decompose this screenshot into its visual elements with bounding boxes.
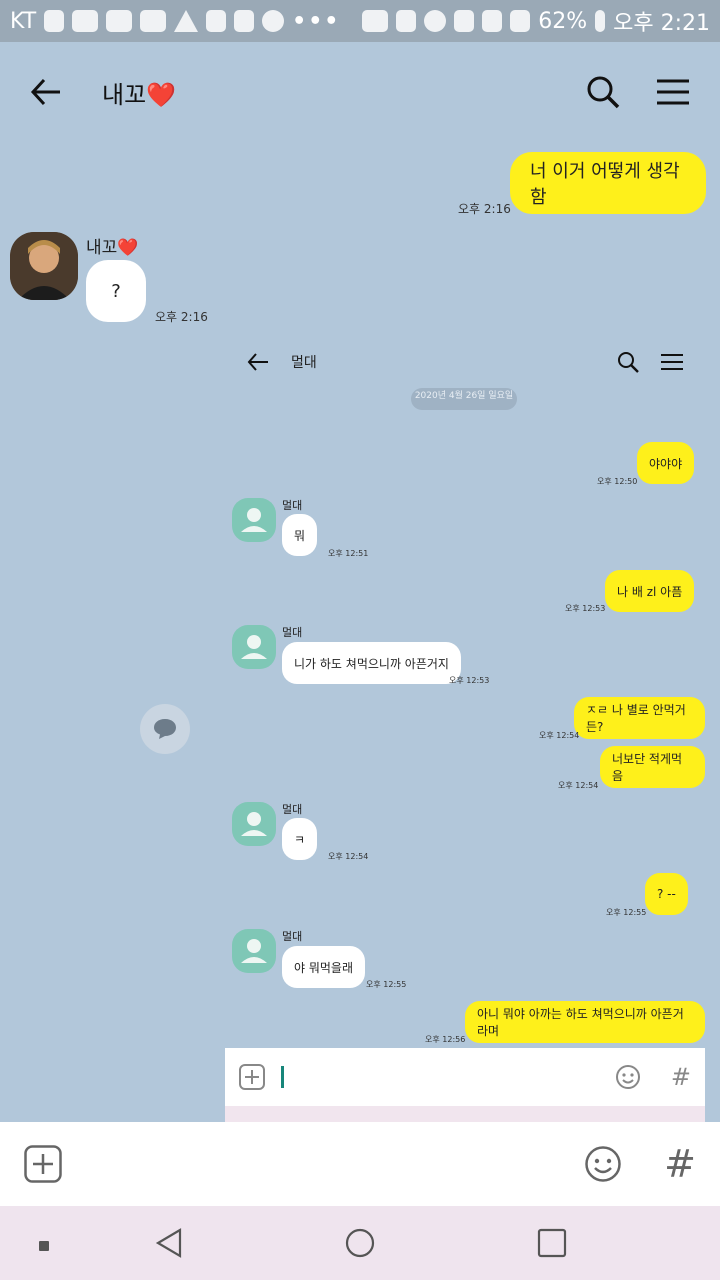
message-time: 오후 12:54 — [539, 731, 580, 740]
avatar — [232, 929, 276, 973]
message-input-bar[interactable]: # — [0, 1122, 720, 1206]
pinterest-icon — [262, 10, 285, 32]
stairs-icon — [234, 10, 255, 32]
nfc-icon — [362, 10, 389, 32]
sent-message-bubble[interactable]: 너 이거 어떻게 생각함 — [510, 152, 706, 214]
sent-message-bubble: 너보단 적게먹음 — [600, 746, 705, 788]
text-cursor — [281, 1066, 284, 1088]
battery-icon — [595, 10, 606, 32]
sender-name: 멀대 — [282, 930, 303, 943]
hashtag-icon[interactable]: # — [664, 1142, 696, 1186]
chat-title: 내꼬❤️ — [102, 80, 177, 109]
back-arrow-icon — [247, 353, 268, 371]
screenshot-chat-title: 멀대 — [291, 355, 317, 371]
sent-message-bubble: ? -- — [645, 873, 688, 915]
speech-bubble-icon — [154, 719, 176, 739]
youtube-icon — [106, 10, 133, 32]
recents-nav-icon[interactable] — [537, 1228, 567, 1262]
back-arrow-icon[interactable] — [30, 78, 62, 106]
status-bar: KT ••• 62% 오후 2:21 — [0, 0, 720, 42]
sent-message-bubble: 나 배 zl 아픔 — [605, 570, 695, 612]
date-divider: 2020년 4월 26일 일요일 — [411, 388, 517, 410]
sender-name: 멀대 — [282, 626, 303, 639]
received-message-bubble: ㅋ — [282, 818, 318, 860]
emoji-icon[interactable] — [584, 1145, 622, 1183]
screenshot-nav-bar — [225, 1106, 705, 1122]
avatar — [232, 498, 276, 542]
youtube-icon — [72, 10, 99, 32]
wifi-icon — [482, 10, 503, 32]
hd-icon — [454, 10, 475, 32]
message-time: 오후 12:55 — [606, 908, 647, 917]
mute-icon — [396, 10, 417, 32]
avatar[interactable] — [10, 232, 78, 300]
received-message-bubble: 뭐 — [282, 514, 318, 556]
sender-name: 멀대 — [282, 803, 303, 816]
message-time: 오후 12:55 — [366, 980, 407, 989]
chat-header: 내꼬❤️ — [0, 42, 720, 142]
message-time: 오후 12:56 — [425, 1035, 466, 1044]
message-time: 오후 12:53 — [449, 676, 490, 685]
clock: 오후 2:21 — [613, 11, 710, 36]
system-nav-bar — [0, 1206, 720, 1280]
screenshot-input-bar: # — [225, 1048, 705, 1106]
screenshot-header: 멀대 — [225, 342, 705, 382]
home-nav-icon[interactable] — [345, 1228, 375, 1262]
warning-icon — [174, 10, 199, 32]
message-text: 너 이거 어떻게 생각함 — [530, 161, 680, 208]
share-button[interactable] — [140, 704, 190, 754]
kakao-notification-icon — [44, 10, 65, 32]
youtube-icon — [140, 10, 167, 32]
avatar — [232, 625, 276, 669]
message-time: 오후 12:50 — [597, 477, 638, 486]
more-notifications-icon: ••• — [292, 8, 341, 34]
avatar — [232, 802, 276, 846]
search-icon[interactable] — [586, 75, 620, 109]
received-message-bubble: 야 뭐먹을래 — [282, 946, 366, 988]
emoji-icon — [615, 1065, 640, 1089]
sent-message-bubble: 야야야 — [637, 442, 695, 484]
message-time: 오후 2:16 — [458, 202, 511, 216]
menu-icon — [661, 354, 683, 370]
sent-message-bubble: 아니 뭐야 아까는 하도 쳐먹으니까 아픈거라며 — [465, 1001, 705, 1043]
message-time: 오후 12:54 — [328, 852, 369, 861]
battery-percent: 62% — [538, 8, 588, 34]
signal-icon — [510, 10, 531, 32]
back-nav-icon[interactable] — [155, 1228, 183, 1262]
plus-icon[interactable] — [24, 1145, 62, 1183]
menu-icon[interactable] — [656, 78, 690, 106]
plus-icon — [239, 1064, 265, 1090]
received-message-bubble[interactable]: ? — [86, 260, 146, 322]
message-time: 오후 2:16 — [155, 310, 208, 324]
search-icon — [618, 352, 639, 373]
dot-icon[interactable] — [38, 1237, 50, 1256]
sent-message-bubble: ㅈㄹ 나 별로 안먹거든? — [574, 697, 705, 739]
alarm-icon — [424, 10, 447, 32]
message-time: 오후 12:54 — [558, 781, 599, 790]
message-time: 오후 12:51 — [328, 549, 369, 558]
sender-name: 멀대 — [282, 499, 303, 512]
message-text: ? — [111, 280, 121, 302]
hashtag-icon: # — [670, 1063, 691, 1091]
carrier-label: KT — [10, 8, 37, 34]
sender-name: 내꼬❤️ — [86, 238, 139, 258]
facebook-icon — [206, 10, 227, 32]
message-time: 오후 12:53 — [565, 604, 606, 613]
received-message-bubble: 니가 하도 쳐먹으니까 아픈거지 — [282, 642, 461, 684]
shared-screenshot-image[interactable]: 멀대 2020년 4월 26일 일요일 야야야 오후 12:50 멀대 뭐 오후… — [225, 342, 705, 1122]
